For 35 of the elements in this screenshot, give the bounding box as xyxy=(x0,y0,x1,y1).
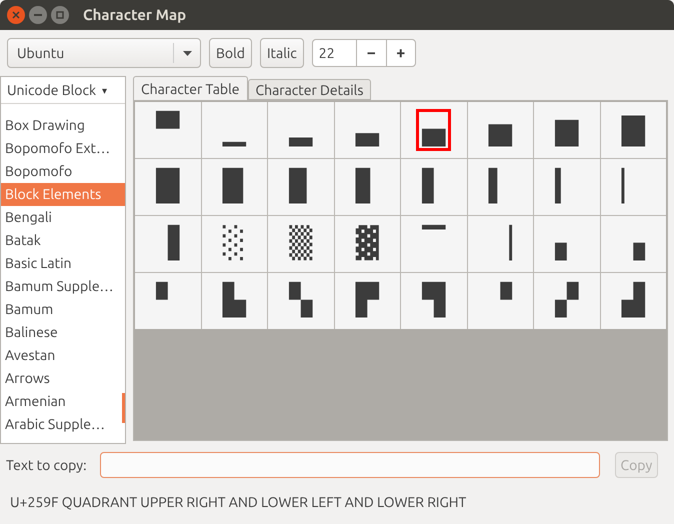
list-item[interactable]: Basic Latin xyxy=(1,252,125,275)
caret-icon xyxy=(182,50,192,56)
list-item[interactable]: Avestan xyxy=(1,344,125,367)
close-icon xyxy=(12,11,20,19)
scrollbar-thumb[interactable] xyxy=(122,393,125,423)
size-field[interactable]: 22 xyxy=(312,39,357,67)
list-item[interactable]: Batak xyxy=(1,229,125,252)
list-item[interactable]: Balinese xyxy=(1,321,125,344)
tab[interactable]: Character Table xyxy=(133,76,248,101)
list-item[interactable]: Bopomofo Ext… xyxy=(1,137,125,160)
minimize-button[interactable] xyxy=(29,6,47,24)
tab[interactable]: Character Details xyxy=(248,79,372,100)
bold-button[interactable]: Bold xyxy=(209,38,252,68)
list-item[interactable]: Armenian xyxy=(1,390,125,413)
list-item[interactable]: Bamum xyxy=(1,298,125,321)
list-item[interactable]: Arrows xyxy=(1,367,125,390)
list-item[interactable]: Bamum Supple… xyxy=(1,275,125,298)
status-text: U+259F QUADRANT UPPER RIGHT AND LOWER LEFT AND LOWER RIGHT xyxy=(10,492,466,512)
close-button[interactable] xyxy=(7,6,25,24)
maximize-icon xyxy=(56,11,64,19)
list-item[interactable]: Arabic Supple… xyxy=(1,413,125,436)
text-to-copy-field[interactable] xyxy=(100,452,600,478)
copy-label: Text to copy: xyxy=(6,456,87,475)
maximize-button[interactable] xyxy=(51,6,69,24)
increase-button[interactable]: + xyxy=(386,39,416,67)
italic-button[interactable]: Italic xyxy=(260,38,304,68)
list-item[interactable]: Box Drawing xyxy=(1,114,125,137)
font-dropdown[interactable]: Ubuntu xyxy=(7,38,201,68)
column-header[interactable]: Unicode Block ▾ xyxy=(1,77,125,104)
window-title: Character Map xyxy=(83,4,186,25)
list-item[interactable]: Bopomofo xyxy=(1,160,125,183)
character-cell[interactable]: ▄ xyxy=(416,109,452,151)
decrease-button[interactable]: − xyxy=(356,39,386,67)
minimize-icon xyxy=(34,14,42,16)
list-item[interactable]: Bengali xyxy=(1,206,125,229)
